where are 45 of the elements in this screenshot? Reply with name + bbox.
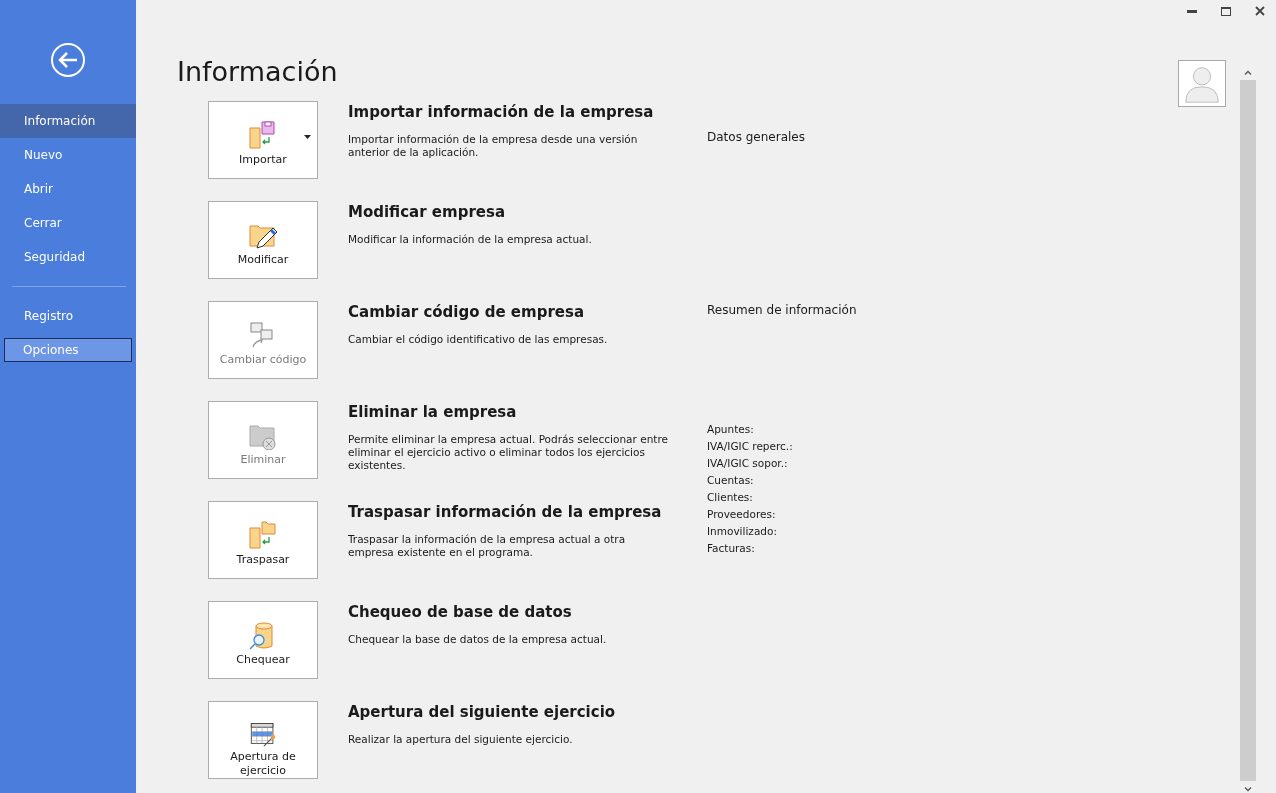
folders-arrow-icon — [247, 520, 279, 550]
section-heading: Datos generales — [707, 130, 806, 144]
scroll-down-icon[interactable] — [1244, 786, 1252, 792]
page-title: Información — [177, 56, 339, 87]
sidebar-item[interactable]: Registro — [0, 299, 136, 333]
action-button[interactable]: Traspasar — [208, 501, 318, 579]
field-label: Inmovilizado: — [707, 524, 778, 539]
field-label: Proveedores: — [707, 507, 777, 522]
action-title: Traspasar información de la empresa — [348, 503, 663, 521]
sidebar-item[interactable]: Seguridad — [0, 240, 136, 274]
action-description: Traspasar la información de la empresa actual a otra empresa existente en el programa. — [348, 533, 627, 559]
avatar-placeholder-icon — [1178, 60, 1226, 107]
field-label: IVA/IGIC sopor.: — [707, 456, 789, 471]
minimize-icon — [1187, 9, 1197, 13]
action-description: Importar información de la empresa desde una versión anterior de la aplicación. — [348, 133, 639, 159]
action-button[interactable]: Chequear — [208, 601, 318, 679]
action-description: Realizar la apertura del siguiente ejercicio. — [348, 733, 574, 746]
field-label: Facturas: — [707, 541, 756, 556]
action-title: Modificar empresa — [348, 203, 507, 221]
action-description: Modificar la información de la empresa actual. — [348, 233, 593, 246]
action-title: Chequeo de base de datos — [348, 603, 573, 621]
sidebar-item[interactable]: Cerrar — [0, 206, 136, 240]
action-description: Cambiar el código identificativo de las empresas. — [348, 333, 609, 346]
field-label: IVA/IGIC reperc.: — [707, 439, 794, 454]
action-title: Cambiar código de empresa — [348, 303, 585, 321]
action-button[interactable]: Importar — [208, 101, 318, 179]
sidebar-item[interactable]: Opciones — [4, 338, 132, 362]
sidebar-item[interactable]: Abrir — [0, 172, 136, 206]
scroll-up-icon[interactable] — [1244, 69, 1252, 75]
dropdown-caret-icon[interactable] — [304, 135, 311, 139]
close-icon — [1255, 6, 1265, 16]
action-description: Chequear la base de datos de la empresa actual. — [348, 633, 608, 646]
action-title: Eliminar la empresa — [348, 403, 518, 421]
action-title: Importar información de la empresa — [348, 103, 655, 121]
section-heading: Resumen de información — [707, 303, 858, 317]
maximize-icon — [1221, 6, 1231, 16]
action-button[interactable]: Modificar — [208, 201, 318, 279]
action-button[interactable]: Apertura de ejercicio — [208, 701, 318, 779]
field-label: Clientes: — [707, 490, 754, 505]
sidebar-item[interactable]: Nuevo — [0, 138, 136, 172]
action-title: Apertura del siguiente ejercicio — [348, 703, 617, 721]
sidebar-item[interactable]: Información — [0, 104, 136, 138]
action-description: Permite eliminar la empresa actual. Podrás seleccionar entre eliminar el ejercicio activo o eliminar todos los ejercicios existentes. — [348, 433, 668, 472]
field-label: Apuntes: — [707, 422, 755, 437]
field-label: Cuentas: — [707, 473, 755, 488]
